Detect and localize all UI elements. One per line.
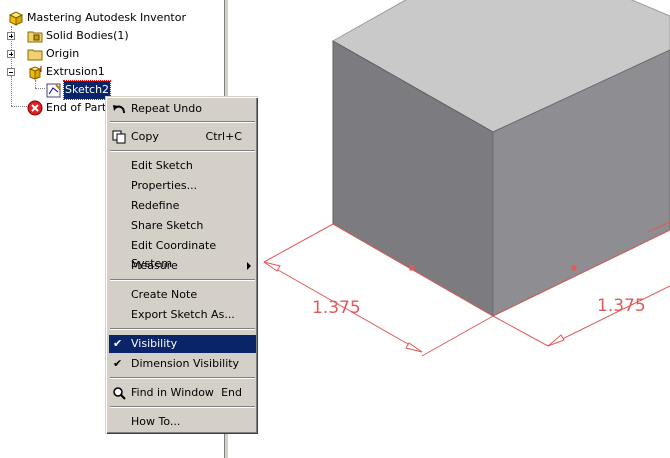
menu-item-label: Dimension Visibility	[131, 357, 240, 370]
sketch-icon	[46, 83, 61, 98]
tree-item-label: Extrusion1	[46, 65, 105, 78]
menu-separator	[110, 121, 255, 123]
menu-item-label: Repeat Undo	[131, 102, 202, 115]
menu-item-measure[interactable]: Measure	[109, 257, 256, 275]
menu-item-label: Properties...	[131, 179, 198, 192]
menu-separator	[110, 279, 255, 281]
menu-item-label: Export Sketch As...	[131, 308, 235, 321]
check-icon: ✔	[113, 357, 123, 370]
menu-item-shortcut: End	[221, 386, 242, 399]
menu-item-export-sketch-as[interactable]: Export Sketch As...	[109, 306, 256, 324]
tree-line	[35, 88, 45, 89]
context-menu: Repeat Undo Copy Ctrl+C Edit Sketch Prop…	[105, 96, 258, 434]
dimension-left-value[interactable]: 1.375	[312, 298, 361, 318]
tree-line	[11, 106, 27, 107]
collapse-extrusion-button[interactable]	[7, 68, 15, 76]
solid-bodies-folder-icon	[27, 31, 43, 43]
end-of-part-icon	[27, 100, 43, 116]
menu-item-label: How To...	[131, 415, 181, 428]
menu-item-create-note[interactable]: Create Note	[109, 286, 256, 304]
graphics-viewport[interactable]: 1.375 1.375	[228, 0, 670, 458]
check-icon: ✔	[113, 337, 123, 350]
menu-item-label: Find in Window	[131, 386, 214, 399]
expand-solid-bodies-button[interactable]	[7, 32, 15, 40]
tree-line	[35, 80, 36, 88]
menu-item-edit-sketch[interactable]: Edit Sketch	[109, 157, 256, 175]
menu-item-label: Measure	[131, 259, 178, 272]
menu-item-find-in-window[interactable]: Find in Window End	[109, 384, 256, 402]
folder-icon	[27, 49, 43, 61]
tree-root-label: Mastering Autodesk Inventor	[27, 11, 186, 24]
find-in-window-icon	[113, 387, 126, 400]
menu-item-redefine[interactable]: Redefine	[109, 197, 256, 215]
menu-item-repeat-undo[interactable]: Repeat Undo	[109, 100, 256, 118]
dimension-right-value[interactable]: 1.375	[597, 296, 646, 316]
menu-item-label: Copy	[131, 130, 159, 143]
expand-origin-button[interactable]	[7, 50, 15, 58]
extrusion-icon	[28, 66, 42, 80]
menu-separator	[110, 406, 255, 408]
menu-item-edit-coordinate-system[interactable]: Edit Coordinate System	[109, 237, 256, 270]
undo-icon	[113, 105, 125, 114]
menu-item-dimension-visibility[interactable]: ✔ Dimension Visibility	[109, 355, 256, 373]
menu-item-how-to[interactable]: How To...	[109, 413, 256, 431]
tree-line	[11, 76, 12, 106]
menu-item-share-sketch[interactable]: Share Sketch	[109, 217, 256, 235]
model-canvas[interactable]: 1.375 1.375	[228, 0, 670, 458]
tree-item-label: Sketch2	[62, 80, 112, 100]
tree-item-label: Origin	[46, 47, 80, 60]
menu-item-label: Visibility	[131, 337, 178, 350]
tree-item-label: End of Part	[46, 101, 107, 114]
menu-item-label: Edit Sketch	[131, 159, 193, 172]
menu-item-label: Share Sketch	[131, 219, 204, 232]
menu-item-copy[interactable]: Copy Ctrl+C	[109, 128, 256, 146]
menu-item-properties[interactable]: Properties...	[109, 177, 256, 195]
part-icon	[8, 11, 24, 26]
menu-item-visibility[interactable]: ✔ Visibility	[109, 335, 256, 353]
menu-separator	[110, 150, 255, 152]
submenu-arrow-icon	[247, 262, 251, 270]
menu-item-shortcut: Ctrl+C	[205, 130, 242, 143]
menu-separator	[110, 328, 255, 330]
menu-separator	[110, 377, 255, 379]
copy-icon	[112, 130, 126, 144]
menu-item-label: Create Note	[131, 288, 198, 301]
tree-item-label: Solid Bodies(1)	[46, 29, 129, 42]
menu-item-label: Redefine	[131, 199, 180, 212]
